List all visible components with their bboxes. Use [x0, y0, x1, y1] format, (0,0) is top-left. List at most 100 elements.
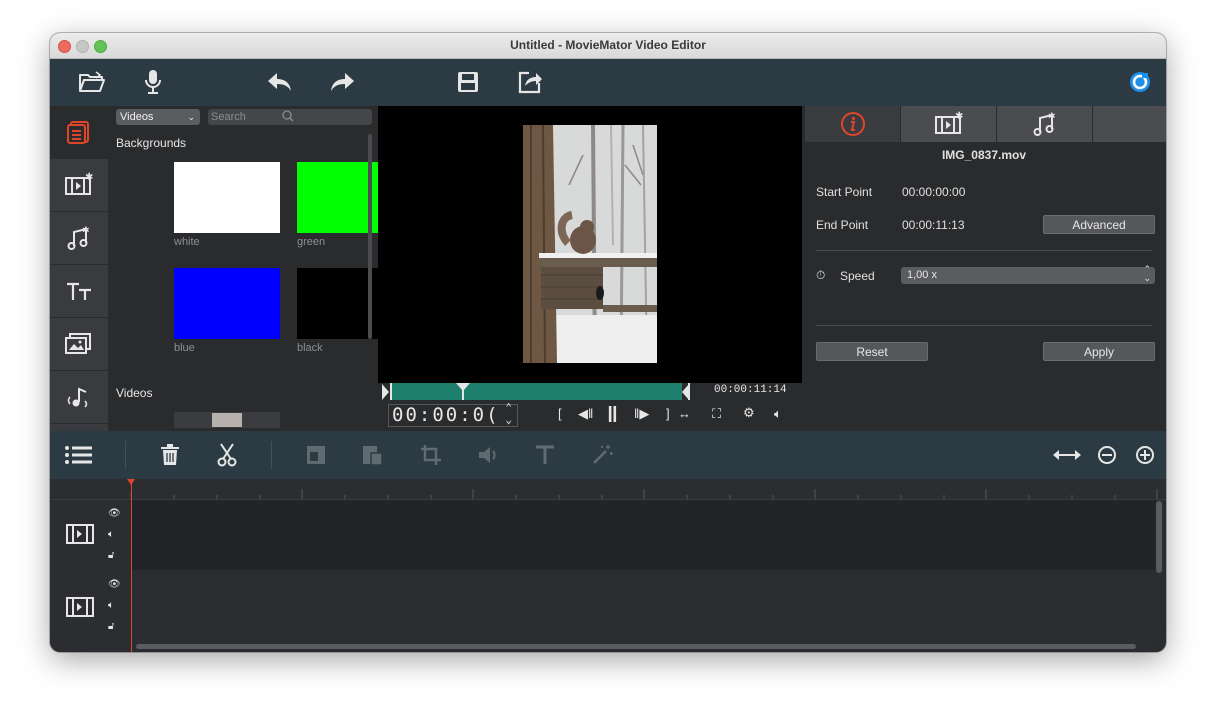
timeline-playhead[interactable]	[131, 479, 132, 652]
lock-icon[interactable]: 🔓︎	[108, 550, 114, 561]
end-point-value: 00:00:11:13	[902, 218, 965, 232]
swatch-label-white: white	[174, 236, 200, 248]
fit-timeline-icon[interactable]	[1052, 440, 1082, 470]
save-icon[interactable]	[453, 67, 483, 97]
open-folder-icon[interactable]	[77, 67, 107, 97]
timeline-vertical-scrollbar[interactable]	[1156, 501, 1162, 573]
fullscreen-icon[interactable]: ⛶	[712, 406, 721, 422]
video-track-icon	[65, 523, 95, 545]
search-placeholder: Search	[211, 111, 246, 123]
mark-out-icon[interactable]: ]	[666, 406, 670, 421]
next-frame-icon[interactable]: ‖▶	[634, 406, 649, 422]
mute-speaker-icon[interactable]: 🔈︎	[108, 529, 114, 540]
library-search-input[interactable]: Search	[208, 109, 372, 125]
advanced-button[interactable]: Advanced	[1043, 215, 1155, 234]
volume-icon[interactable]: 🔈︎	[774, 406, 782, 422]
text-title-icon[interactable]	[530, 440, 560, 470]
app-window: Untitled - MovieMator Video Editor ✱ ✱ V…	[50, 33, 1166, 652]
timecode-value: 00:00:0(	[392, 404, 500, 426]
toolbar-divider	[125, 441, 126, 469]
ruler-ticks	[127, 479, 1158, 499]
scissors-icon[interactable]	[212, 440, 242, 470]
timeline-horizontal-scrollbar[interactable]	[136, 644, 1136, 649]
crop-icon[interactable]	[416, 440, 446, 470]
tab-video-filters[interactable]: ✱	[50, 159, 108, 212]
playback-progress-bar[interactable]	[382, 383, 690, 401]
backgrounds-heading: Backgrounds	[116, 136, 187, 150]
pause-icon[interactable]: ‖	[607, 402, 618, 428]
swatch-label-green: green	[297, 236, 326, 248]
video-filter-icon: ✱	[64, 172, 94, 198]
tab-file-library[interactable]	[50, 106, 108, 159]
videos-heading: Videos	[116, 386, 153, 400]
magic-wand-icon[interactable]	[587, 440, 617, 470]
video-track-icon	[65, 596, 95, 618]
audio-filter-icon: ✱	[66, 224, 92, 252]
tab-clip-video-filters[interactable]: ✱	[901, 106, 996, 142]
video-track-1[interactable]	[131, 500, 1156, 570]
swatch-white[interactable]	[174, 162, 280, 233]
zoom-in-icon[interactable]	[1130, 440, 1160, 470]
audio-filter-icon: ✱	[1032, 110, 1058, 138]
export-icon[interactable]	[515, 67, 545, 97]
tab-audio-effects[interactable]	[50, 371, 108, 424]
transport-controls: [ ◀‖ ‖ ‖▶ ] ↔ ⛶ ⚙ 🔈︎	[558, 402, 798, 427]
app-badge-icon[interactable]	[1125, 67, 1155, 97]
speed-timer-icon: ⏱︎	[816, 268, 826, 282]
microphone-icon[interactable]	[138, 67, 168, 97]
lock-icon[interactable]: 🔓︎	[108, 621, 114, 632]
library-category-select[interactable]: Videos ⌄	[116, 109, 200, 125]
audio-effect-icon	[65, 384, 93, 410]
tab-audio-filters[interactable]: ✱	[50, 212, 108, 265]
file-library-icon	[66, 119, 92, 145]
tab-text[interactable]	[50, 265, 108, 318]
settings-gear-icon[interactable]: ⚙	[743, 405, 755, 421]
speed-select[interactable]: 1,00 x ⌃ ⌄	[901, 265, 1155, 284]
tab-empty	[1093, 106, 1166, 142]
delete-icon[interactable]	[155, 440, 185, 470]
video-preview	[378, 106, 802, 383]
media-library: Videos ⌄ Search Backgrounds white green …	[108, 106, 403, 431]
loop-range-icon[interactable]: ↔	[678, 406, 691, 421]
clip-filename: IMG_0837.mov	[941, 148, 1027, 162]
visibility-eye-icon[interactable]: 👁︎	[108, 579, 121, 590]
timecode-input[interactable]: 00:00:0( ⌃ ⌄	[388, 402, 518, 427]
timeline-toolbar	[50, 431, 1166, 479]
undo-icon[interactable]	[265, 67, 295, 97]
preview-frame-squirrel	[523, 125, 657, 363]
paste-icon[interactable]	[358, 440, 388, 470]
toolbar-divider	[271, 441, 272, 469]
divider	[816, 250, 1152, 251]
mark-in-icon[interactable]: [	[558, 406, 562, 421]
tab-image-stickers[interactable]	[50, 318, 108, 371]
video-filter-icon: ✱	[934, 111, 964, 137]
tracks-menu-icon[interactable]	[64, 440, 94, 470]
library-scrollbar[interactable]	[368, 134, 372, 339]
info-icon	[840, 111, 866, 137]
main-toolbar	[50, 59, 1166, 106]
zoom-out-icon[interactable]	[1092, 440, 1122, 470]
timeline-ruler[interactable]	[50, 479, 1166, 500]
tab-clip-info[interactable]	[805, 106, 900, 142]
tab-clip-audio-filters[interactable]: ✱	[997, 106, 1092, 142]
svg-text:✱: ✱	[1048, 112, 1056, 122]
speed-value: 1,00 x	[907, 269, 937, 281]
swatch-label-blue: blue	[174, 342, 195, 354]
timecode-stepper-icon[interactable]: ⌃ ⌄	[505, 402, 514, 426]
reset-button[interactable]: Reset	[816, 342, 928, 361]
divider	[816, 325, 1152, 326]
chevron-down-icon: ⌄	[187, 112, 195, 122]
copy-icon[interactable]	[301, 440, 331, 470]
redo-icon[interactable]	[327, 67, 357, 97]
video-track-2[interactable]	[131, 571, 1156, 644]
video-thumbnail[interactable]	[174, 412, 280, 428]
library-category-value: Videos	[120, 111, 154, 123]
properties-panel: ✱ ✱ IMG_0837.mov Start Point 00:00:00:00…	[802, 106, 1166, 431]
swatch-blue[interactable]	[174, 268, 280, 339]
audio-volume-icon[interactable]	[473, 440, 503, 470]
title-bar: Untitled - MovieMator Video Editor	[50, 33, 1166, 59]
apply-button[interactable]: Apply	[1043, 342, 1155, 361]
previous-frame-icon[interactable]: ◀‖	[578, 406, 593, 422]
visibility-eye-icon[interactable]: 👁︎	[108, 508, 121, 519]
mute-speaker-icon[interactable]: 🔈︎	[108, 600, 114, 611]
